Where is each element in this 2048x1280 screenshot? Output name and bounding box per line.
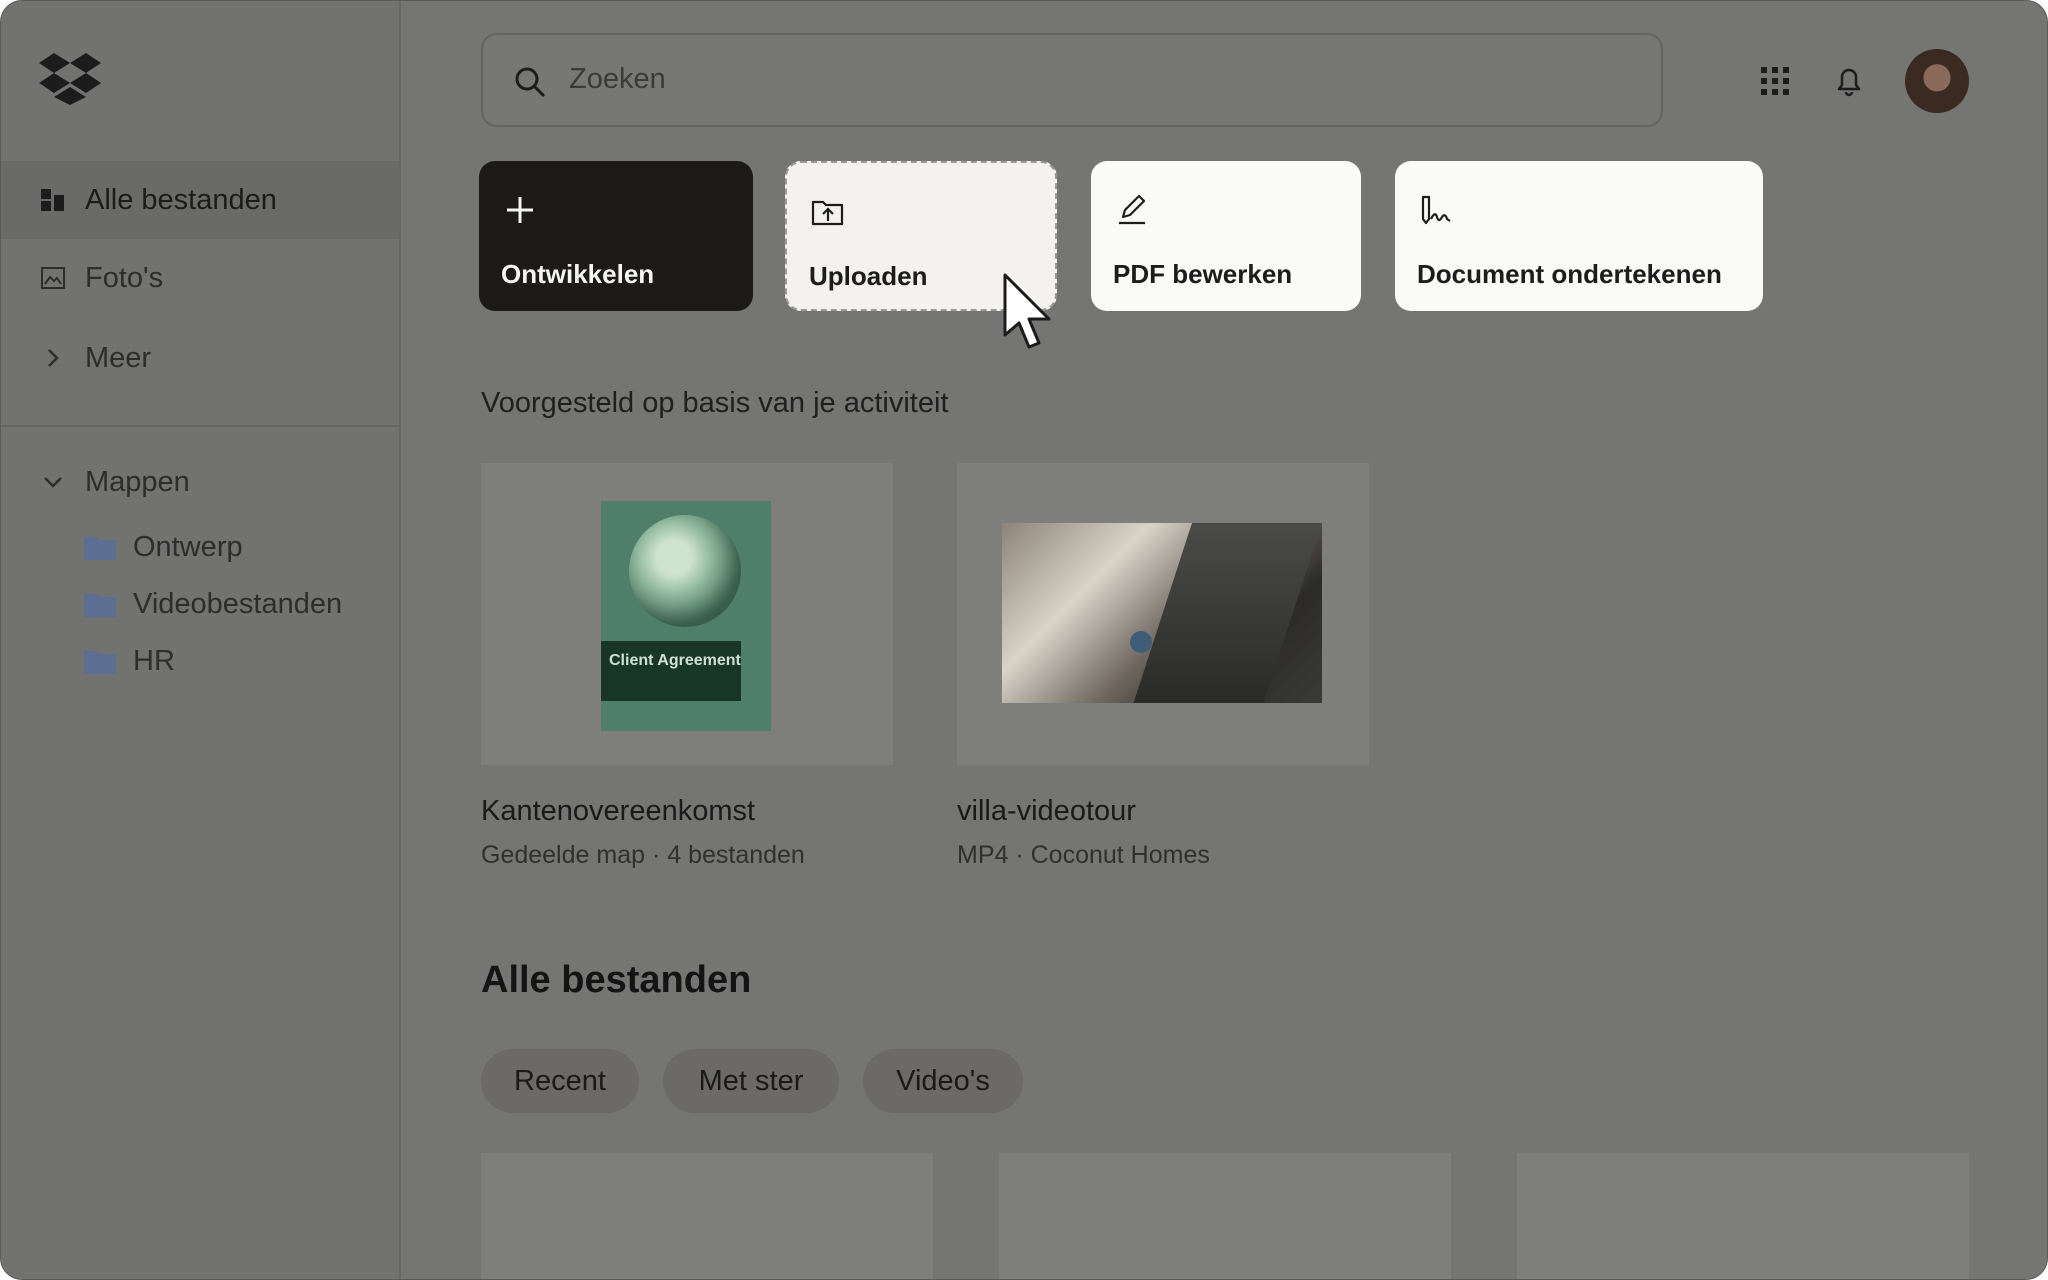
edit-pdf-button-label: PDF bewerken: [1113, 259, 1293, 289]
sign-document-button-label: Document ondertekenen: [1417, 259, 1722, 289]
avatar[interactable]: [1905, 49, 1969, 113]
folder-upload-icon: [811, 200, 844, 226]
filter-chip-starred[interactable]: Met ster: [663, 1049, 839, 1113]
thumbnail-graphic: [1133, 523, 1322, 703]
signature-icon: [1421, 195, 1451, 225]
suggested-tile-video[interactable]: [957, 463, 1369, 765]
create-button-label: Ontwikkelen: [501, 259, 655, 289]
sidebar: Alle bestanden Foto's Meer Mappen Ontwer…: [1, 1, 401, 1279]
photo-icon: [41, 267, 65, 289]
suggested-heading: Voorgesteld op basis van je activiteit: [481, 387, 949, 419]
filter-chip-recent[interactable]: Recent: [481, 1049, 639, 1113]
bell-icon[interactable]: [1831, 63, 1867, 99]
folder-label: Ontwerp: [133, 530, 243, 563]
sign-document-button[interactable]: Document ondertekenen: [1395, 161, 1763, 311]
folder-label: Videobestanden: [133, 587, 343, 620]
thumbnail-graphic: [1130, 631, 1152, 653]
video-thumbnail: [1002, 523, 1322, 703]
folders-section-toggle[interactable]: Mappen: [1, 443, 399, 521]
sidebar-folder-videobestanden[interactable]: Videobestanden: [83, 580, 342, 628]
app-grid-icon[interactable]: [1757, 63, 1793, 99]
sidebar-item-photos[interactable]: Foto's: [1, 239, 399, 317]
sidebar-item-label: Meer: [85, 341, 152, 374]
file-card[interactable]: [1517, 1153, 1969, 1279]
sidebar-item-all-files[interactable]: Alle bestanden: [1, 161, 399, 239]
document-thumbnail: Client Agreement: [601, 501, 771, 731]
chevron-right-icon: [48, 349, 59, 367]
mouse-cursor-icon: [1003, 273, 1051, 349]
sidebar-item-more[interactable]: Meer: [1, 319, 399, 397]
folder-icon: [84, 537, 116, 560]
edit-pdf-button[interactable]: PDF bewerken: [1091, 161, 1361, 311]
sidebar-divider: [1, 425, 399, 427]
file-card[interactable]: [481, 1153, 933, 1279]
search-bar[interactable]: Zoeken: [481, 33, 1663, 127]
folder-icon: [84, 594, 116, 617]
grid-files-icon: [41, 189, 64, 211]
dropbox-logo-icon[interactable]: [39, 53, 101, 105]
tile-meta: MP4 · Coconut Homes: [957, 841, 1210, 869]
pencil-icon: [1119, 194, 1146, 225]
search-icon: [515, 67, 546, 98]
file-card[interactable]: [999, 1153, 1451, 1279]
tile-title[interactable]: Kantenovereenkomst: [481, 795, 755, 828]
thumbnail-label: Client Agreement: [601, 641, 741, 701]
app-window: Alle bestanden Foto's Meer Mappen Ontwer…: [0, 0, 2048, 1280]
sidebar-folder-hr[interactable]: HR: [83, 637, 175, 685]
search-input[interactable]: Zoeken: [569, 63, 666, 96]
thumbnail-graphic: [629, 515, 741, 627]
folders-header: Mappen: [85, 465, 190, 498]
all-files-heading: Alle bestanden: [481, 959, 752, 1001]
tile-title[interactable]: villa-videotour: [957, 795, 1136, 828]
chevron-down-icon: [44, 477, 62, 488]
sidebar-item-label: Foto's: [85, 261, 164, 294]
filter-chip-videos[interactable]: Video's: [863, 1049, 1023, 1113]
plus-icon: [507, 197, 533, 223]
create-button[interactable]: Ontwikkelen: [479, 161, 753, 311]
folder-label: HR: [133, 644, 175, 677]
sidebar-folder-ontwerp[interactable]: Ontwerp: [83, 523, 243, 571]
folder-icon: [84, 651, 116, 674]
upload-button-label: Uploaden: [809, 261, 928, 291]
suggested-tile-agreement[interactable]: Client Agreement: [481, 463, 893, 765]
sidebar-item-label: Alle bestanden: [85, 183, 277, 216]
tile-meta: Gedeelde map · 4 bestanden: [481, 841, 805, 869]
